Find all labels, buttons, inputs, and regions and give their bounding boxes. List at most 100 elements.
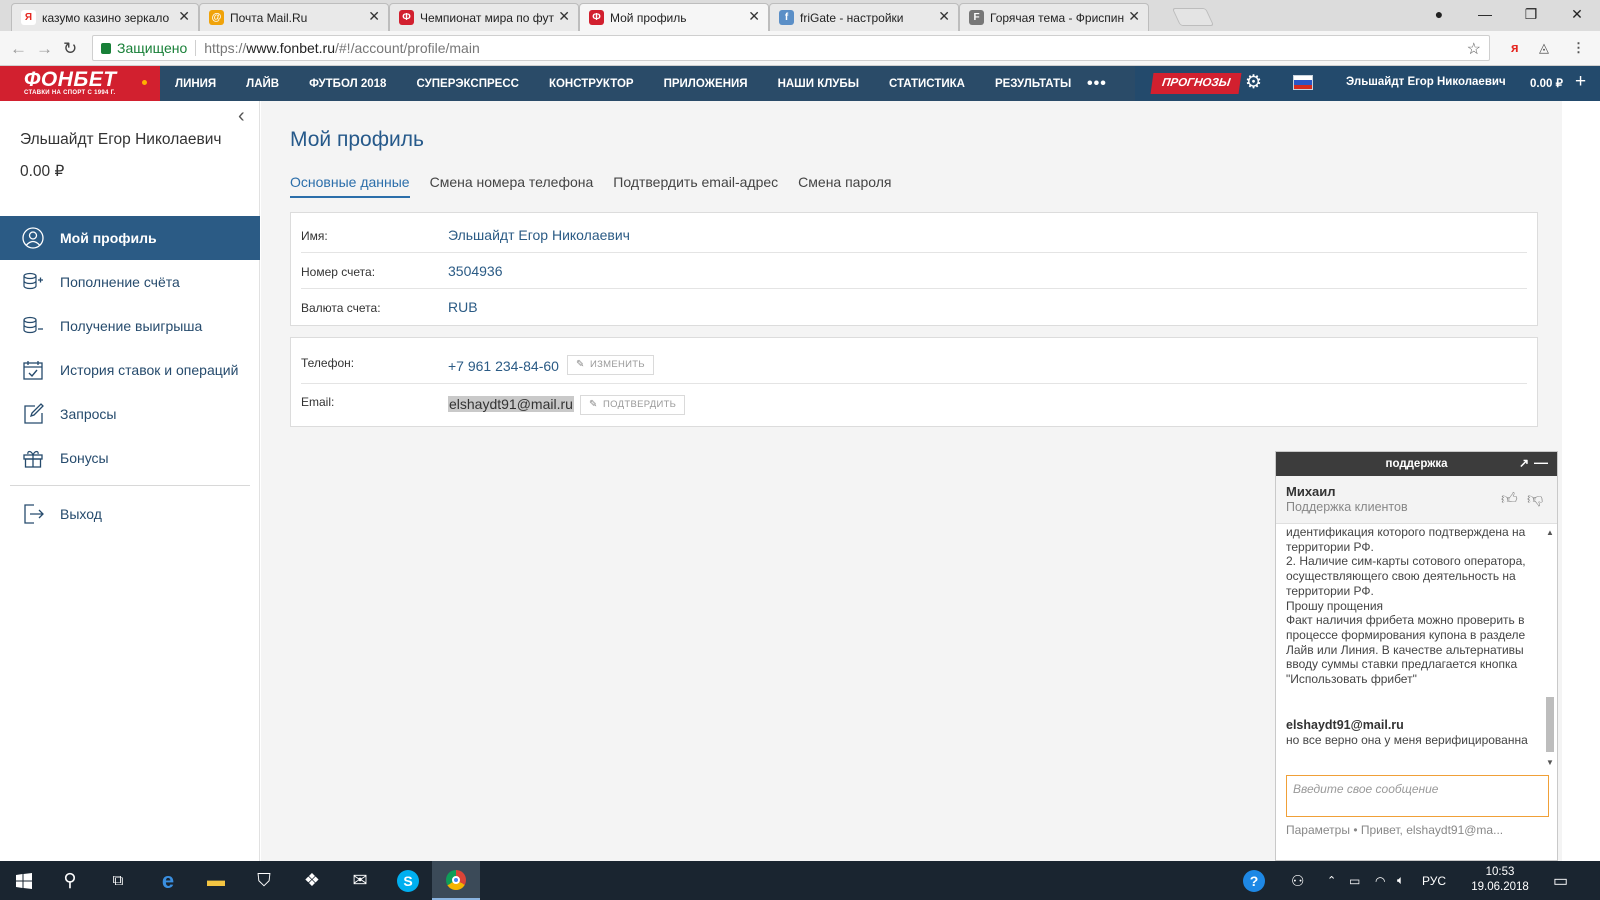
nav-item-line[interactable]: ЛИНИЯ xyxy=(160,78,231,90)
volume-icon[interactable]: 🔈︎ xyxy=(1397,861,1404,900)
mail-app-icon[interactable]: ✉ xyxy=(336,861,384,900)
thumbs-down-icon[interactable]: 👎︎ xyxy=(1527,490,1543,509)
sidebar-username: Эльшайдт Егор Николаевич xyxy=(20,131,222,148)
store-icon[interactable]: ⛉ xyxy=(240,861,288,900)
expand-icon[interactable]: ↗ xyxy=(1519,456,1529,470)
notifications-icon[interactable]: ▭ xyxy=(1553,861,1568,900)
confirm-email-button[interactable]: ✎ ПОДТВЕРДИТЬ xyxy=(580,395,686,415)
chat-transcript[interactable]: идентификация которого подтверждена на т… xyxy=(1276,525,1557,765)
help-icon[interactable]: ? xyxy=(1243,861,1265,900)
pencil-icon: ✎ xyxy=(589,399,598,410)
sidebar-item-history[interactable]: История ставок и операций xyxy=(0,348,260,392)
close-icon[interactable]: ✕ xyxy=(178,8,190,25)
site-header: ФОНБЕТ СТАВКИ НА СПОРТ С 1994 Г. ЛИНИЯ Л… xyxy=(0,66,1600,101)
chat-message-input[interactable]: Введите свое сообщение xyxy=(1286,775,1549,817)
message-text: но все верно она у меня верифицированна xyxy=(1286,732,1528,747)
sidebar-item-bonuses[interactable]: Бонусы xyxy=(0,436,260,480)
close-window-icon[interactable]: ✕ xyxy=(1554,0,1600,28)
close-icon[interactable]: ✕ xyxy=(748,8,760,25)
header-user-area: ПРОГНОЗЫ ⚙ Эльшайдт Егор Николаевич 0.00… xyxy=(1135,66,1600,101)
nav-item-constructor[interactable]: КОНСТРУКТОР xyxy=(534,78,649,90)
dropbox-icon[interactable]: ❖ xyxy=(288,861,336,900)
nav-item-live[interactable]: ЛАЙВ xyxy=(231,78,294,90)
browser-tab[interactable]: Ф Чемпионат мира по фут ✕ xyxy=(389,3,579,31)
agent-name: Михаил xyxy=(1286,484,1336,499)
browser-tab[interactable]: f friGate - настройки ✕ xyxy=(769,3,959,31)
battery-icon[interactable]: ▭ xyxy=(1349,861,1360,900)
yandex-extension-icon[interactable]: я xyxy=(1511,40,1519,55)
chrome-taskbar-icon[interactable] xyxy=(432,861,480,900)
sidebar-item-deposit[interactable]: Пополнение счёта xyxy=(0,260,260,304)
edge-icon[interactable]: e xyxy=(144,861,192,900)
sidebar-item-requests[interactable]: Запросы xyxy=(0,392,260,436)
russia-flag-icon[interactable] xyxy=(1293,75,1313,90)
gear-icon[interactable]: ⚙ xyxy=(1245,71,1262,94)
search-icon[interactable]: ⚲ xyxy=(46,861,94,900)
nav-item-results[interactable]: РЕЗУЛЬТАТЫ xyxy=(980,78,1086,90)
address-bar[interactable]: Защищено https:// www.fonbet.ru /#!/acco… xyxy=(92,35,1490,61)
chat-scrollbar[interactable]: ▲ ▼ xyxy=(1543,528,1557,767)
tab-confirm-email[interactable]: Подтвердить email-адрес xyxy=(613,174,778,198)
chat-header[interactable]: поддержка ↗ — xyxy=(1276,452,1557,476)
close-icon[interactable]: ✕ xyxy=(368,8,380,25)
sidebar-item-profile[interactable]: Мой профиль xyxy=(0,216,260,260)
close-icon[interactable]: ✕ xyxy=(558,8,570,25)
skype-icon[interactable]: S xyxy=(384,861,432,900)
minimize-window-icon[interactable]: — xyxy=(1462,0,1508,28)
info-row-name: Имя: Эльшайдт Егор Николаевич xyxy=(301,217,1527,253)
scroll-thumb[interactable] xyxy=(1546,697,1554,752)
browser-tab-active[interactable]: Ф Мой профиль ✕ xyxy=(579,3,769,31)
chrome-menu-icon[interactable]: ⋮ xyxy=(1572,40,1585,56)
task-view-icon[interactable]: ⧉ xyxy=(94,861,142,900)
tab-basic-data[interactable]: Основные данные xyxy=(290,174,410,198)
sidebar-item-logout[interactable]: Выход xyxy=(0,492,260,536)
change-phone-button[interactable]: ✎ ИЗМЕНИТЬ xyxy=(567,355,654,375)
tab-change-password[interactable]: Смена пароля xyxy=(798,174,891,198)
close-icon[interactable]: ✕ xyxy=(938,8,950,25)
browser-tab[interactable]: Я казумо казино зеркало ✕ xyxy=(11,3,199,31)
nav-item-superexpress[interactable]: СУПЕРЭКСПРЕСС xyxy=(401,78,533,90)
header-username[interactable]: Эльшайдт Егор Николаевич xyxy=(1346,76,1506,88)
scroll-down-icon[interactable]: ▼ xyxy=(1546,758,1554,767)
nav-item-clubs[interactable]: НАШИ КЛУБЫ xyxy=(763,78,874,90)
forecasts-button[interactable]: ПРОГНОЗЫ xyxy=(1150,73,1242,94)
wifi-icon[interactable]: ◠ xyxy=(1375,861,1385,900)
chevron-up-icon[interactable]: ⌃ xyxy=(1327,861,1336,900)
page-scrollbar[interactable] xyxy=(1562,101,1600,861)
tab-change-phone[interactable]: Смена номера телефона xyxy=(430,174,594,198)
message-author: elshaydt91@mail.ru xyxy=(1286,718,1404,732)
thumbs-up-icon[interactable]: 👍︎ xyxy=(1501,490,1518,509)
chat-params-link[interactable]: Параметры xyxy=(1286,823,1350,837)
profile-icon[interactable]: ● xyxy=(1416,0,1462,28)
people-icon[interactable]: ⚇ xyxy=(1291,861,1304,900)
field-label: Телефон: xyxy=(301,356,355,370)
windows-start-icon[interactable] xyxy=(0,861,48,900)
scroll-up-icon[interactable]: ▲ xyxy=(1546,528,1554,537)
nav-item-football-2018[interactable]: ФУТБОЛ 2018 xyxy=(294,78,401,90)
new-tab-button[interactable] xyxy=(1171,8,1215,26)
forward-icon[interactable]: → xyxy=(36,39,53,59)
sidebar-item-withdraw[interactable]: Получение выигрыша xyxy=(0,304,260,348)
minimize-icon[interactable]: — xyxy=(1534,454,1548,470)
back-icon[interactable]: ← xyxy=(10,39,27,59)
fonbet-logo[interactable]: ФОНБЕТ СТАВКИ НА СПОРТ С 1994 Г. xyxy=(0,66,160,101)
browser-tab[interactable]: @ Почта Mail.Ru ✕ xyxy=(199,3,389,31)
browser-tab[interactable]: F Горячая тема - Фриспин ✕ xyxy=(959,3,1149,31)
close-icon[interactable]: ✕ xyxy=(1128,8,1140,25)
nav-item-statistics[interactable]: СТАТИСТИКА xyxy=(874,78,980,90)
frigate-extension-icon[interactable]: ◬ xyxy=(1539,40,1549,56)
file-explorer-icon[interactable]: ▬ xyxy=(192,861,240,900)
reload-icon[interactable]: ↻ xyxy=(63,39,77,59)
email-value: elshaydt91@mail.ru xyxy=(448,396,574,412)
chevron-left-icon[interactable]: ‹ xyxy=(238,105,245,128)
deposit-plus-icon[interactable]: + xyxy=(1575,71,1586,93)
nav-item-apps[interactable]: ПРИЛОЖЕНИЯ xyxy=(649,78,763,90)
logout-icon xyxy=(22,503,44,525)
more-icon[interactable]: ••• xyxy=(1087,75,1107,93)
mail-icon: @ xyxy=(209,10,224,25)
system-clock[interactable]: 10:53 19.06.2018 xyxy=(1470,865,1530,895)
info-row-phone: Телефон: +7 961 234-84-60 ✎ ИЗМЕНИТЬ xyxy=(301,342,1527,384)
language-indicator[interactable]: РУС xyxy=(1422,861,1446,900)
maximize-window-icon[interactable]: ❐ xyxy=(1508,0,1554,28)
bookmark-star-icon[interactable]: ☆ xyxy=(1467,39,1481,59)
